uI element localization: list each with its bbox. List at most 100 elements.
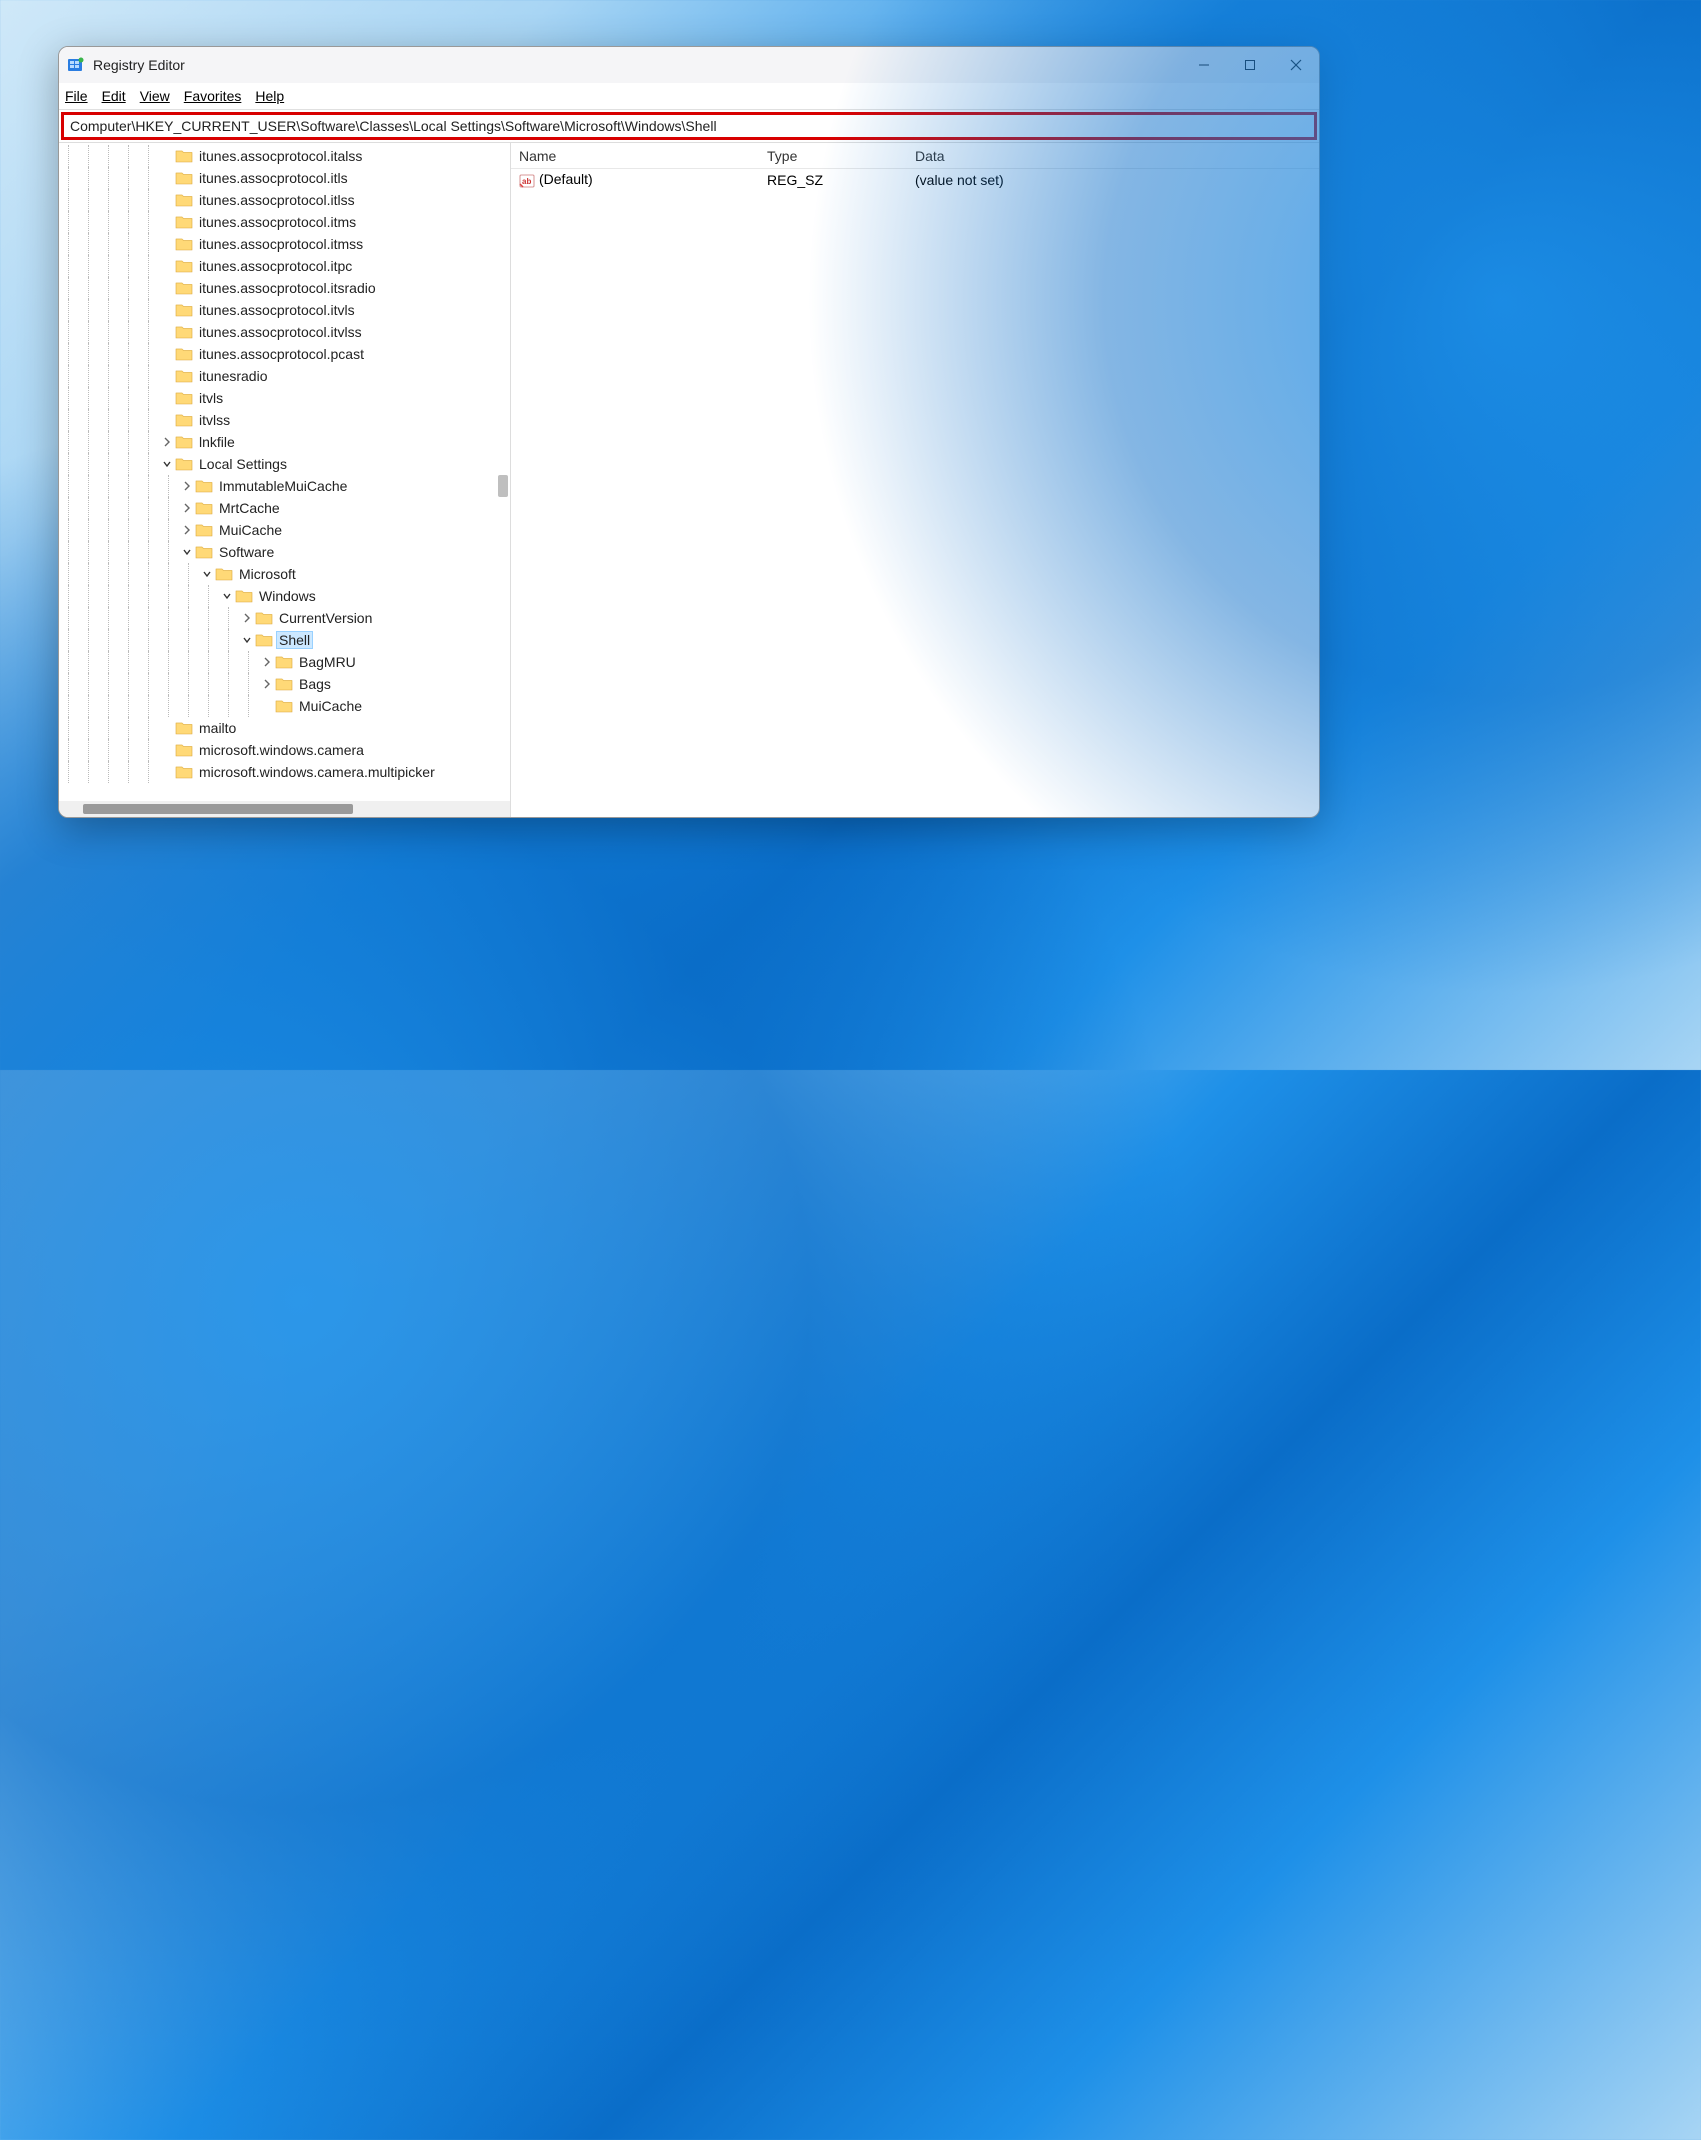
tree-item[interactable]: itunes.assocprotocol.itvlss xyxy=(59,321,510,343)
folder-icon xyxy=(175,721,193,735)
folder-icon xyxy=(175,171,193,185)
expander-icon[interactable] xyxy=(179,544,195,560)
tree-item[interactable]: itunes.assocprotocol.itvls xyxy=(59,299,510,321)
tree-item-label: itunes.assocprotocol.itlss xyxy=(199,192,355,208)
titlebar[interactable]: Registry Editor xyxy=(59,47,1319,83)
tree-item-label: itvls xyxy=(199,390,223,406)
folder-icon xyxy=(175,149,193,163)
column-type[interactable]: Type xyxy=(759,148,907,164)
tree-item-label: Local Settings xyxy=(199,456,287,472)
folder-icon xyxy=(195,501,213,515)
folder-icon xyxy=(175,193,193,207)
tree-item[interactable]: MuiCache xyxy=(59,695,510,717)
tree-item-label: itunes.assocprotocol.itsradio xyxy=(199,280,376,296)
vertical-scrollbar-thumb[interactable] xyxy=(498,475,508,497)
expander-icon[interactable] xyxy=(179,478,195,494)
registry-editor-window: Registry Editor File Edit View Favorites… xyxy=(58,46,1320,818)
list-header[interactable]: Name Type Data xyxy=(511,143,1319,169)
tree-item-label: itunes.assocprotocol.itmss xyxy=(199,236,363,252)
folder-icon xyxy=(195,479,213,493)
tree-item-label: itunes.assocprotocol.itvlss xyxy=(199,324,362,340)
folder-icon xyxy=(215,567,233,581)
tree-item-label: itunes.assocprotocol.pcast xyxy=(199,346,364,362)
tree-item[interactable]: MrtCache xyxy=(59,497,510,519)
minimize-button[interactable] xyxy=(1181,47,1227,83)
menu-edit[interactable]: Edit xyxy=(102,88,126,104)
tree-item[interactable]: microsoft.windows.camera.multipicker xyxy=(59,761,510,783)
value-row[interactable]: ab(Default)REG_SZ(value not set) xyxy=(511,169,1319,191)
maximize-button[interactable] xyxy=(1227,47,1273,83)
window-controls xyxy=(1181,47,1319,83)
tree-item-label: itunes.assocprotocol.itls xyxy=(199,170,348,186)
tree-item[interactable]: Bags xyxy=(59,673,510,695)
tree-item[interactable]: itunes.assocprotocol.itlss xyxy=(59,189,510,211)
tree-item[interactable]: Shell xyxy=(59,629,510,651)
tree-item[interactable]: microsoft.windows.camera xyxy=(59,739,510,761)
folder-icon xyxy=(235,589,253,603)
expander-icon[interactable] xyxy=(199,566,215,582)
menu-file[interactable]: File xyxy=(65,88,88,104)
tree-item[interactable]: itunes.assocprotocol.pcast xyxy=(59,343,510,365)
tree-item-label: itunes.assocprotocol.itms xyxy=(199,214,356,230)
tree-item[interactable]: itunes.assocprotocol.itls xyxy=(59,167,510,189)
tree-item[interactable]: itunes.assocprotocol.italss xyxy=(59,145,510,167)
close-button[interactable] xyxy=(1273,47,1319,83)
address-bar-container: Computer\HKEY_CURRENT_USER\Software\Clas… xyxy=(59,109,1319,143)
tree-item-label: itunes.assocprotocol.italss xyxy=(199,148,362,164)
tree-item[interactable]: Local Settings xyxy=(59,453,510,475)
tree-item-label: lnkfile xyxy=(199,434,235,450)
tree-item[interactable]: itunes.assocprotocol.itsradio xyxy=(59,277,510,299)
folder-icon xyxy=(175,215,193,229)
expander-icon[interactable] xyxy=(159,434,175,450)
registry-tree[interactable]: itunes.assocprotocol.italss itunes.assocp… xyxy=(59,143,510,783)
column-name[interactable]: Name xyxy=(511,148,759,164)
tree-item[interactable]: CurrentVersion xyxy=(59,607,510,629)
folder-icon xyxy=(195,545,213,559)
tree-item[interactable]: itvlss xyxy=(59,409,510,431)
tree-item[interactable]: itvls xyxy=(59,387,510,409)
expander-icon[interactable] xyxy=(219,588,235,604)
tree-item[interactable]: mailto xyxy=(59,717,510,739)
folder-icon xyxy=(175,369,193,383)
expander-icon[interactable] xyxy=(239,610,255,626)
folder-icon xyxy=(255,611,273,625)
expander-icon[interactable] xyxy=(259,654,275,670)
tree-item[interactable]: ImmutableMuiCache xyxy=(59,475,510,497)
address-bar[interactable]: Computer\HKEY_CURRENT_USER\Software\Clas… xyxy=(61,112,1317,140)
tree-item-label: MuiCache xyxy=(299,698,362,714)
tree-item[interactable]: itunesradio xyxy=(59,365,510,387)
tree-item[interactable]: Windows xyxy=(59,585,510,607)
folder-icon xyxy=(175,303,193,317)
tree-item[interactable]: lnkfile xyxy=(59,431,510,453)
tree-item[interactable]: MuiCache xyxy=(59,519,510,541)
tree-item-label: Windows xyxy=(259,588,316,604)
expander-icon[interactable] xyxy=(239,632,255,648)
tree-item[interactable]: itunes.assocprotocol.itmss xyxy=(59,233,510,255)
menu-view[interactable]: View xyxy=(140,88,170,104)
values-list-pane: Name Type Data ab(Default)REG_SZ(value n… xyxy=(511,143,1319,817)
tree-item[interactable]: itunes.assocprotocol.itms xyxy=(59,211,510,233)
horizontal-scrollbar[interactable] xyxy=(59,801,510,817)
tree-item[interactable]: Software xyxy=(59,541,510,563)
tree-item[interactable]: BagMRU xyxy=(59,651,510,673)
tree-item-label: Bags xyxy=(299,676,331,692)
tree-item-label: MrtCache xyxy=(219,500,280,516)
tree-item-label: itunes.assocprotocol.itvls xyxy=(199,302,355,318)
value-type: REG_SZ xyxy=(759,172,907,188)
tree-item-label: itunesradio xyxy=(199,368,268,384)
tree-item[interactable]: Microsoft xyxy=(59,563,510,585)
folder-icon xyxy=(175,391,193,405)
expander-icon[interactable] xyxy=(179,500,195,516)
tree-item-label: microsoft.windows.camera xyxy=(199,742,364,758)
expander-icon[interactable] xyxy=(259,676,275,692)
expander-icon[interactable] xyxy=(179,522,195,538)
menu-favorites[interactable]: Favorites xyxy=(184,88,242,104)
horizontal-scrollbar-thumb[interactable] xyxy=(83,804,353,814)
tree-item[interactable]: itunes.assocprotocol.itpc xyxy=(59,255,510,277)
svg-text:ab: ab xyxy=(522,177,531,186)
tree-item-label: mailto xyxy=(199,720,236,736)
expander-icon[interactable] xyxy=(159,456,175,472)
column-data[interactable]: Data xyxy=(907,148,1319,164)
menu-help[interactable]: Help xyxy=(255,88,284,104)
value-name: (Default) xyxy=(539,171,593,187)
